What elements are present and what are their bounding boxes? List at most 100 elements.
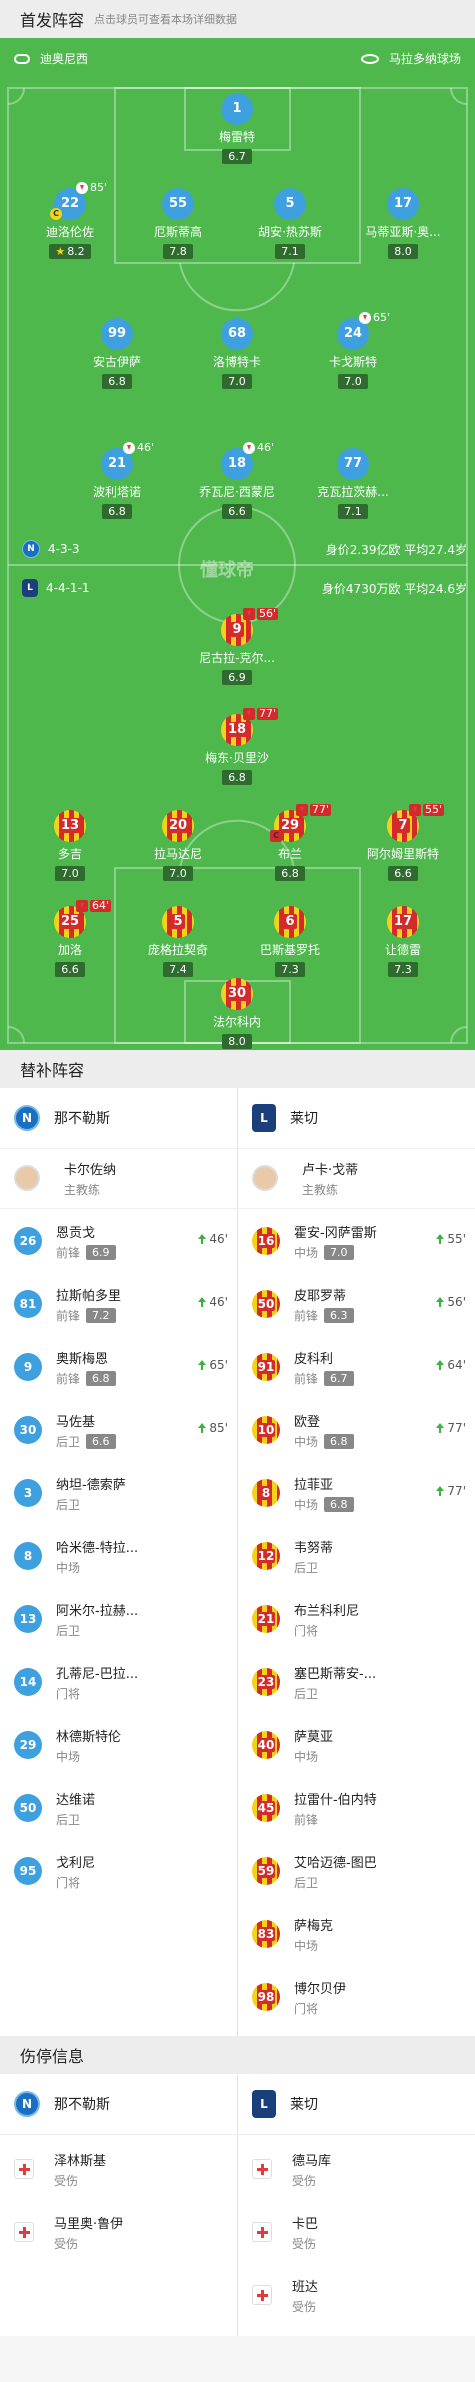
sub-in-icon [198, 1359, 207, 1371]
away-sub-row[interactable]: 98 博尔贝伊 门将 [252, 1966, 472, 2028]
home-sub-row[interactable]: 95 戈利尼 门将 [14, 1840, 234, 1902]
home-sub-row[interactable]: 26 恩贡戈 前锋 6.9 46' [14, 1210, 234, 1272]
away-sub-row[interactable]: 12 韦努蒂 后卫 [252, 1525, 472, 1587]
sub-position: 后卫 [56, 1623, 81, 1638]
sub-minute: 77' [257, 707, 279, 720]
match-lineup-page: 首发阵容 点击球员可查看本场详细数据 迪奥尼西 马拉多纳球场 懂球帝 N 4-3… [0, 0, 475, 2382]
lecce-logo-icon: L [22, 579, 38, 597]
shirt-icon: 5 [274, 188, 306, 220]
home-sub-row[interactable]: 50 达维诺 后卫 [14, 1777, 234, 1839]
away-player[interactable]: 13 多吉 7.0 [20, 810, 120, 881]
injury-row[interactable]: 马里奥·鲁伊 受伤 [14, 2201, 123, 2263]
injured-player-name: 卡巴 [292, 2216, 319, 2232]
home-coach-row[interactable]: 卡尔佐纳 主教练 [14, 1148, 116, 1208]
home-team-header[interactable]: N 那不勒斯 [14, 1088, 110, 1148]
player-rating: 8.0 [222, 1034, 252, 1049]
home-player[interactable]: 68 洛博特卡 7.0 [187, 318, 287, 389]
home-player[interactable]: 1 梅雷特 6.7 [187, 93, 287, 164]
injury-row[interactable]: 班达 受伤 [252, 2264, 318, 2326]
home-sub-row[interactable]: 81 拉斯帕多里 前锋 7.2 46' [14, 1273, 234, 1335]
home-sub-row[interactable]: 30 马佐基 后卫 6.6 85' [14, 1399, 234, 1461]
away-player[interactable]: 17 让德雷 7.3 [353, 906, 453, 977]
shirt-icon: 10 [252, 1416, 280, 1444]
sub-info: 艾哈迈德-图巴 后卫 [294, 1852, 472, 1891]
away-team-header[interactable]: L 莱切 [252, 1088, 318, 1148]
injury-away-team[interactable]: L 莱切 [252, 2074, 318, 2134]
away-player[interactable]: 29 77' C 布兰 6.8 [240, 804, 340, 881]
away-player[interactable]: 30 法尔科内 8.0 [187, 978, 287, 1049]
injury-row[interactable]: 德马库 受伤 [252, 2138, 331, 2200]
away-sub-row[interactable]: 23 塞巴斯蒂安-... 后卫 [252, 1651, 472, 1713]
sub-info: 韦努蒂 后卫 [294, 1537, 472, 1576]
shirt-icon: 21 [252, 1605, 280, 1633]
away-player[interactable]: 9 56' 尼古拉-克尔... 6.9 [187, 608, 287, 685]
injury-home-team[interactable]: N 那不勒斯 [14, 2074, 110, 2134]
home-player[interactable]: 22 85' C 迪洛伦佐 ★ 8.2 [20, 182, 120, 259]
captain-badge: C [270, 830, 282, 842]
rating-wrap: 6.6 [20, 958, 120, 977]
away-sub-row[interactable]: 16 霍安-冈萨雷斯 中场 7.0 55' [252, 1210, 472, 1272]
home-sub-row[interactable]: 29 林德斯特伦 中场 [14, 1714, 234, 1776]
player-name: 加洛 [57, 943, 82, 957]
player-name: 安古伊萨 [92, 355, 141, 369]
away-sub-row[interactable]: 59 艾哈迈德-图巴 后卫 [252, 1840, 472, 1902]
home-player[interactable]: 5 胡安·热苏斯 7.1 [240, 188, 340, 259]
home-player[interactable]: 18 46' 乔瓦尼·西蒙尼 6.6 [187, 442, 287, 519]
player-rating: 7.1 [338, 504, 368, 519]
sub-rating: 6.7 [324, 1370, 354, 1386]
shirt-number: 9 [23, 1360, 33, 1374]
player-name: 克瓦拉茨赫... [317, 485, 389, 499]
sub-rating: 6.6 [86, 1433, 116, 1449]
home-sub-row[interactable]: 9 奥斯梅恩 前锋 6.8 65' [14, 1336, 234, 1398]
sub-position-row: 中场 [56, 1748, 234, 1765]
home-sub-row[interactable]: 8 哈米德-特拉... 中场 [14, 1525, 234, 1587]
away-player[interactable]: 25 64' 加洛 6.6 [20, 900, 120, 977]
home-sub-row[interactable]: 3 纳坦-德索萨 后卫 [14, 1462, 234, 1524]
sub-position: 门将 [294, 2001, 319, 2016]
away-sub-row[interactable]: 40 萨莫亚 中场 [252, 1714, 472, 1776]
away-sub-row[interactable]: 8 拉菲亚 中场 6.8 77' [252, 1462, 472, 1524]
away-sub-row[interactable]: 91 皮科利 前锋 6.7 64' [252, 1336, 472, 1398]
injury-row[interactable]: 卡巴 受伤 [252, 2201, 318, 2263]
sub-minute: 85' [90, 181, 108, 194]
away-sub-row[interactable]: 50 皮耶罗蒂 前锋 6.3 56' [252, 1273, 472, 1335]
home-player[interactable]: 24 65' 卡戈斯特 7.0 [303, 312, 403, 389]
sub-position-row: 前锋 6.7 [294, 1370, 472, 1387]
away-coach-row[interactable]: 卢卡·戈蒂 主教练 [252, 1148, 358, 1208]
home-player[interactable]: 99 安古伊萨 6.8 [67, 318, 167, 389]
home-sub-row[interactable]: 14 孔蒂尼-巴拉... 门将 [14, 1651, 234, 1713]
shirt-number: 91 [256, 1360, 276, 1374]
away-sub-row[interactable]: 21 布兰科利尼 门将 [252, 1588, 472, 1650]
injured-player-name: 泽林斯基 [54, 2153, 107, 2169]
player-rating: 6.6 [222, 504, 252, 519]
away-sub-row[interactable]: 83 萨梅克 中场 [252, 1903, 472, 1965]
home-sub-row[interactable]: 13 阿米尔-拉赫... 后卫 [14, 1588, 234, 1650]
sub-minute: 64' [90, 899, 112, 912]
home-team-stats: 身价2.39亿欧 平均27.4岁 [325, 542, 467, 557]
away-player[interactable]: 5 庞格拉契奇 7.4 [128, 906, 228, 977]
sub-info: 哈米德-特拉... 中场 [56, 1537, 234, 1576]
injury-row[interactable]: 泽林斯基 受伤 [14, 2138, 106, 2200]
home-player[interactable]: 55 厄斯蒂高 7.8 [128, 188, 228, 259]
coach-role: 主教练 [64, 1182, 101, 1197]
away-player[interactable]: 6 巴斯基罗托 7.3 [240, 906, 340, 977]
shirt-number: 30 [225, 986, 249, 1001]
away-player[interactable]: 20 拉马达尼 7.0 [128, 810, 228, 881]
player-rating: 7.4 [163, 962, 193, 977]
home-player[interactable]: 77 克瓦拉茨赫... 7.1 [303, 448, 403, 519]
away-player[interactable]: 7 55' 阿尔姆里斯特 6.6 [353, 804, 453, 881]
shirt-icon: 30 [14, 1416, 42, 1444]
away-sub-row[interactable]: 10 欧登 中场 6.8 77' [252, 1399, 472, 1461]
away-sub-row[interactable]: 45 拉雷什-伯内特 前锋 [252, 1777, 472, 1839]
player-name: 庞格拉契奇 [147, 943, 208, 957]
away-player[interactable]: 18 77' 梅东·贝里沙 6.8 [187, 708, 287, 785]
home-player[interactable]: 21 46' 波利塔诺 6.8 [67, 442, 167, 519]
sub-in-minute: 56' [447, 1295, 466, 1309]
sub-position: 门将 [56, 1875, 81, 1890]
rating-wrap: 7.8 [128, 240, 228, 259]
sub-position: 后卫 [294, 1686, 319, 1701]
home-player[interactable]: 17 马蒂亚斯·奥... 8.0 [353, 188, 453, 259]
sub-name: 戈利尼 [56, 1855, 96, 1871]
shirt-icon: 81 [14, 1290, 42, 1318]
shirt-number: 29 [19, 1738, 37, 1752]
